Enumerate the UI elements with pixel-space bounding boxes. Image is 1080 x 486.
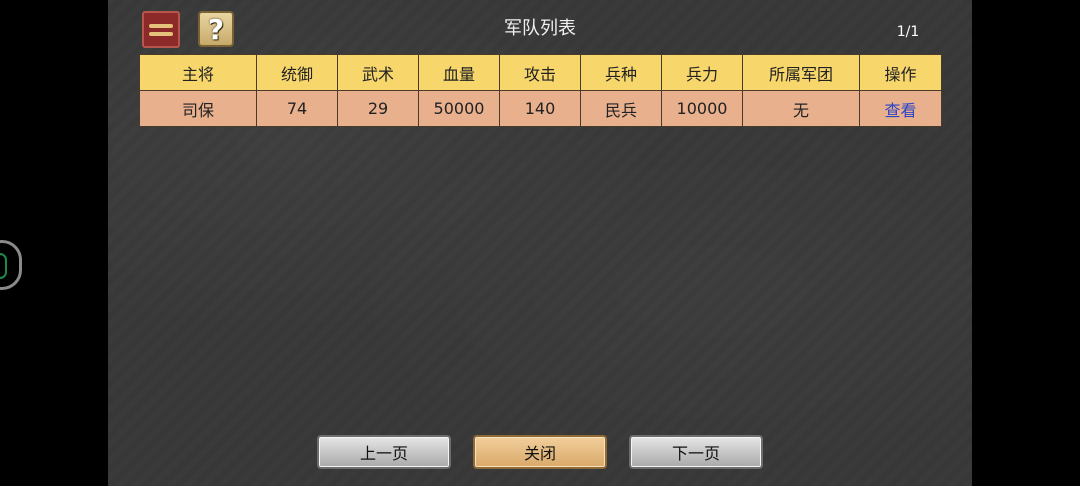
header-unit-type: 兵种: [580, 54, 662, 91]
help-icon: ?: [207, 12, 225, 46]
header-general: 主将: [139, 54, 257, 91]
header-hp: 血量: [418, 54, 500, 91]
cell-troops: 10000: [661, 90, 743, 127]
cell-attack: 140: [499, 90, 581, 127]
table-header-row: 主将 统御 武术 血量 攻击 兵种 兵力 所属军团 操作: [139, 54, 942, 91]
page-title: 军队列表: [504, 18, 576, 39]
header-legion: 所属军团: [742, 54, 860, 91]
page-indicator: 1/1: [896, 24, 920, 40]
cell-general: 司保: [139, 90, 257, 127]
menu-button[interactable]: [142, 11, 180, 48]
header-troops: 兵力: [661, 54, 743, 91]
help-button[interactable]: ?: [198, 11, 234, 47]
cell-legion: 无: [742, 90, 860, 127]
header-action: 操作: [859, 54, 942, 91]
army-table: 主将 统御 武术 血量 攻击 兵种 兵力 所属军团 操作 司保 74 29 50…: [139, 54, 942, 127]
prev-page-button[interactable]: 上一页: [317, 435, 451, 469]
next-page-button[interactable]: 下一页: [629, 435, 763, 469]
gauge-icon: [0, 253, 7, 279]
cell-command: 74: [256, 90, 338, 127]
header-command: 统御: [256, 54, 338, 91]
cell-hp: 50000: [418, 90, 500, 127]
header-martial: 武术: [337, 54, 419, 91]
view-link[interactable]: 查看: [859, 90, 942, 127]
cell-unit-type: 民兵: [580, 90, 662, 127]
table-row: 司保 74 29 50000 140 民兵 10000 无 查看: [139, 90, 942, 127]
side-gauge-widget[interactable]: [0, 240, 22, 290]
cell-martial: 29: [337, 90, 419, 127]
header-attack: 攻击: [499, 54, 581, 91]
close-button[interactable]: 关闭: [473, 435, 607, 469]
menu-icon: [149, 23, 173, 28]
